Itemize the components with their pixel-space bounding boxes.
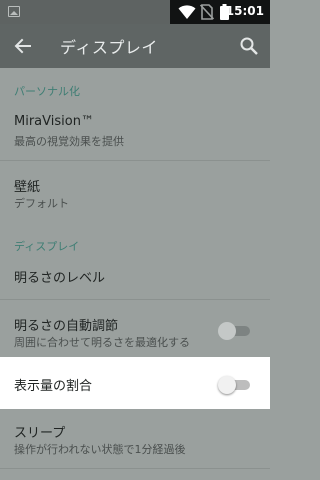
- setting-title: 明るさのレベル: [14, 271, 106, 286]
- display-size-toggle[interactable]: [218, 376, 250, 394]
- page-title: ディスプレイ: [60, 38, 158, 57]
- setting-summary: 周囲に合わせて明るさを最適化する: [14, 336, 190, 349]
- setting-title: スリープ: [14, 426, 66, 441]
- setting-title: MiraVision™: [14, 114, 94, 129]
- setting-title: 表示量の割合: [14, 379, 93, 394]
- adaptive-brightness-toggle[interactable]: [218, 322, 250, 340]
- category-personalization: パーソナル化: [14, 85, 80, 98]
- setting-wallpaper[interactable]: 壁紙 デフォルト: [0, 161, 270, 221]
- setting-brightness-level[interactable]: 明るさのレベル: [0, 254, 270, 298]
- category-display: ディスプレイ: [14, 240, 80, 253]
- wifi-icon: [178, 5, 196, 19]
- divider: [0, 468, 270, 469]
- setting-sleep[interactable]: スリープ 操作が行われない状態で1分経過後: [0, 410, 270, 468]
- setting-display-size[interactable]: 表示量の割合: [0, 357, 270, 409]
- setting-title: 明るさの自動調節: [14, 319, 119, 334]
- no-sim-icon: [200, 4, 214, 20]
- setting-title: 壁紙: [14, 180, 41, 195]
- setting-adaptive-brightness[interactable]: 明るさの自動調節 周囲に合わせて明るさを最適化する: [0, 300, 270, 356]
- status-bar: 15:01: [0, 0, 270, 24]
- setting-miravision[interactable]: MiraVision™ 最高の視覚効果を提供: [0, 106, 270, 160]
- status-time: 15:01: [225, 4, 264, 18]
- search-icon[interactable]: [238, 35, 260, 57]
- setting-summary: 操作が行われない状態で1分経過後: [14, 443, 186, 456]
- app-toolbar: ディスプレイ: [0, 24, 270, 68]
- arrow-left-icon[interactable]: [12, 35, 34, 57]
- setting-summary: デフォルト: [14, 197, 69, 210]
- image-notification-icon: [8, 6, 20, 17]
- status-bar-right: 15:01: [170, 0, 270, 24]
- setting-summary: 最高の視覚効果を提供: [14, 135, 124, 148]
